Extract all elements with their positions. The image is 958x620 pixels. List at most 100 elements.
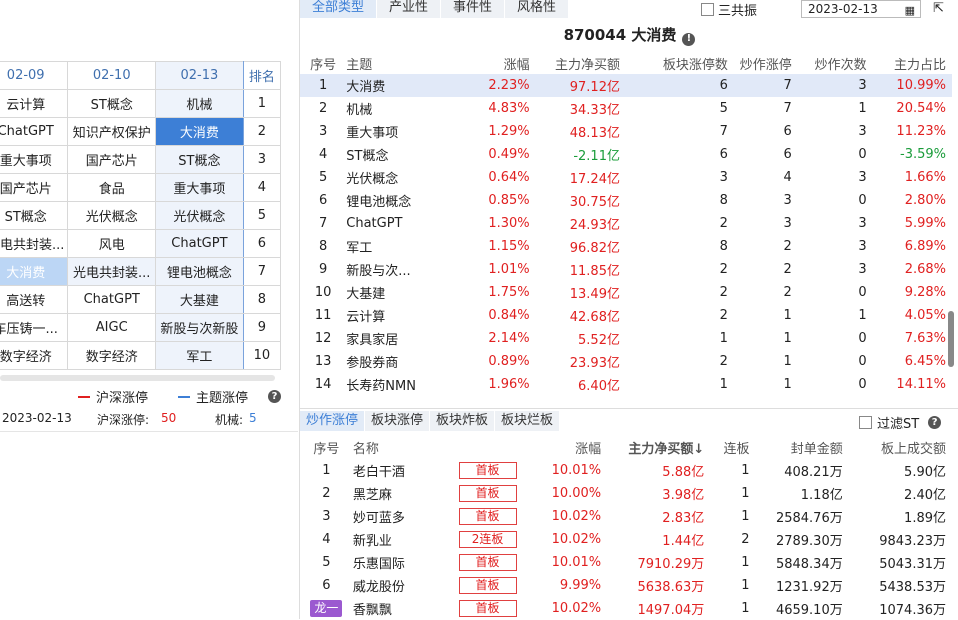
grid-cell[interactable]: 9 — [242, 313, 282, 342]
grid-cell[interactable]: ST概念 — [155, 145, 244, 174]
table-row[interactable]: 5 光伏概念 0.64% 17.24亿 3 4 3 1.66% — [300, 166, 952, 189]
date-picker[interactable]: 2023-02-13 ▦ — [801, 0, 921, 18]
grid-cell[interactable]: 云计算 — [0, 89, 69, 118]
table-row[interactable]: 5 乐惠国际 首板 10.01% 7910.29万 1 5848.34万 5043.31万 — [300, 551, 952, 574]
grid-cell[interactable]: 数字经济 — [0, 341, 69, 370]
table-row[interactable]: 4 新乳业 2连板 10.02% 1.44亿 2 2789.30万 9843.23万 — [300, 528, 952, 551]
column-header[interactable] — [451, 436, 524, 459]
tab-2[interactable]: 事件性 — [441, 0, 505, 18]
tab-0[interactable]: 全部类型 — [300, 0, 377, 18]
grid-cell[interactable]: 高送转 — [0, 285, 69, 314]
grid-cell[interactable]: 3 — [242, 145, 282, 174]
tab-1[interactable]: 产业性 — [377, 0, 441, 18]
table-row[interactable]: 12 家具家居 2.14% 5.52亿 1 1 0 7.63% — [300, 327, 952, 350]
column-header[interactable]: 主力净买额↓ — [607, 436, 710, 459]
table-row[interactable]: 1 老白干酒 首板 10.01% 5.88亿 1 408.21万 5.90亿 — [300, 459, 952, 482]
grid-cell[interactable]: 数字经济 — [67, 341, 157, 370]
grid-cell[interactable]: 重大事项 — [155, 173, 244, 202]
grid-cell[interactable]: ChatGPT — [0, 117, 69, 146]
grid-cell[interactable]: 8 — [242, 285, 282, 314]
help-icon[interactable]: ! — [682, 32, 696, 46]
grid-cell[interactable]: 大消费 — [155, 117, 244, 146]
tab-2[interactable]: 板块炸板 — [430, 411, 495, 431]
column-header[interactable]: 序号 — [300, 52, 346, 74]
grid-cell[interactable]: 车压铸一... — [0, 313, 69, 342]
grid-cell[interactable]: 2 — [242, 117, 282, 146]
checkbox-icon[interactable] — [859, 416, 872, 429]
grid-cell[interactable]: 6 — [242, 229, 282, 258]
column-header[interactable]: 板上成交额 — [849, 436, 952, 459]
table-row[interactable]: 13 参股券商 0.89% 23.93亿 2 1 0 6.45% — [300, 350, 952, 373]
tab-3[interactable]: 风格性 — [505, 0, 569, 18]
table-row[interactable]: 14 长寿药NMN 1.96% 6.40亿 1 1 0 14.11% — [300, 373, 952, 396]
grid-header[interactable]: 排名 — [242, 61, 282, 90]
grid-cell[interactable]: 锂电池概念 — [155, 257, 244, 286]
grid-cell[interactable]: 风电 — [67, 229, 157, 258]
column-header[interactable]: 炒作涨停 — [734, 52, 798, 74]
grid-cell[interactable]: 10 — [242, 341, 282, 370]
table-row[interactable]: 9 新股与次... 1.01% 11.85亿 2 2 3 2.68% — [300, 258, 952, 281]
checkbox-icon[interactable] — [701, 3, 714, 16]
grid-cell[interactable]: 4 — [242, 173, 282, 202]
tab-0[interactable]: 炒作涨停 — [300, 411, 365, 431]
grid-cell[interactable]: 食品 — [67, 173, 157, 202]
grid-cell[interactable]: 机械 — [155, 89, 244, 118]
grid-cell[interactable]: ChatGPT — [155, 229, 244, 258]
grid-header[interactable]: 02-13 — [155, 61, 244, 90]
sanjb-checkbox[interactable]: 三共振 — [701, 0, 757, 19]
grid-cell[interactable]: 光电共封装... — [0, 229, 69, 258]
grid-cell[interactable]: 大消费 — [0, 257, 69, 286]
grid-cell[interactable]: 军工 — [155, 341, 244, 370]
column-header[interactable]: 连板 — [710, 436, 755, 459]
column-header[interactable]: 板块涨停数 — [626, 52, 734, 74]
column-header[interactable]: 序号 — [300, 436, 353, 459]
table-row[interactable]: 11 云计算 0.84% 42.68亿 2 1 1 4.05% — [300, 304, 952, 327]
column-header[interactable]: 主力净买额 — [536, 52, 626, 74]
table-row[interactable]: 3 重大事项 1.29% 48.13亿 7 6 3 11.23% — [300, 120, 952, 143]
grid-cell[interactable]: 重大事项 — [0, 145, 69, 174]
grid-cell[interactable]: 7 — [242, 257, 282, 286]
table-row[interactable]: 2 机械 4.83% 34.33亿 5 7 1 20.54% — [300, 97, 952, 120]
table-row[interactable]: 6 锂电池概念 0.85% 30.75亿 8 3 0 2.80% — [300, 189, 952, 212]
column-header[interactable]: 名称 — [353, 436, 451, 459]
grid-header[interactable]: 02-10 — [67, 61, 157, 90]
export-icon[interactable]: ⇱ — [933, 1, 944, 16]
column-header[interactable]: 涨幅 — [524, 436, 607, 459]
table-row[interactable]: 8 军工 1.15% 96.82亿 8 2 3 6.89% — [300, 235, 952, 258]
grid-cell[interactable]: 新股与次新股 — [155, 313, 244, 342]
column-header[interactable]: 主题 — [346, 52, 469, 74]
vertical-scrollbar[interactable] — [948, 311, 954, 367]
grid-cell[interactable]: 国产芯片 — [67, 145, 157, 174]
grid-cell[interactable]: ChatGPT — [67, 285, 157, 314]
grid-cell[interactable]: 5 — [242, 201, 282, 230]
table-row[interactable]: 10 大基建 1.75% 13.49亿 2 2 0 9.28% — [300, 281, 952, 304]
calendar-icon[interactable]: ▦ — [905, 3, 915, 19]
table-row[interactable]: 龙一 香飘飘 首板 10.02% 1497.04万 1 4659.10万 1074.36万 — [300, 597, 952, 620]
grid-header[interactable]: 02-09 — [0, 61, 69, 90]
grid-cell[interactable]: AIGC — [67, 313, 157, 342]
filter-st-checkbox[interactable]: 过滤ST? — [859, 413, 942, 432]
grid-cell[interactable]: 国产芯片 — [0, 173, 69, 202]
column-header[interactable]: 主力占比 — [873, 52, 952, 74]
table-row[interactable]: 4 ST概念 0.49% -2.11亿 6 6 0 -3.59% — [300, 143, 952, 166]
help-icon[interactable]: ? — [928, 416, 942, 429]
table-row[interactable]: 3 妙可蓝多 首板 10.02% 2.83亿 1 2584.76万 1.89亿 — [300, 505, 952, 528]
tab-1[interactable]: 板块涨停 — [365, 411, 430, 431]
help-icon[interactable]: ? — [268, 390, 282, 403]
grid-cell[interactable]: 光伏概念 — [67, 201, 157, 230]
grid-cell[interactable]: 大基建 — [155, 285, 244, 314]
column-header[interactable]: 炒作次数 — [798, 52, 873, 74]
grid-cell[interactable]: 光伏概念 — [155, 201, 244, 230]
grid-cell[interactable]: 光电共封装... — [67, 257, 157, 286]
column-header[interactable]: 涨幅 — [470, 52, 536, 74]
horizontal-scrollbar[interactable] — [0, 375, 275, 381]
table-row[interactable]: 1 大消费 2.23% 97.12亿 6 7 3 10.99% — [300, 74, 952, 97]
table-row[interactable]: 2 黑芝麻 首板 10.00% 3.98亿 1 1.18亿 2.40亿 — [300, 482, 952, 505]
grid-cell[interactable]: 知识产权保护 — [67, 117, 157, 146]
grid-cell[interactable]: ST概念 — [67, 89, 157, 118]
column-header[interactable]: 封单金额 — [756, 436, 849, 459]
table-row[interactable]: 6 威龙股份 首板 9.99% 5638.63万 1 1231.92万 5438.53万 — [300, 574, 952, 597]
grid-cell[interactable]: 1 — [242, 89, 282, 118]
grid-cell[interactable]: ST概念 — [0, 201, 69, 230]
table-row[interactable]: 7 ChatGPT 1.30% 24.93亿 2 3 3 5.99% — [300, 212, 952, 235]
